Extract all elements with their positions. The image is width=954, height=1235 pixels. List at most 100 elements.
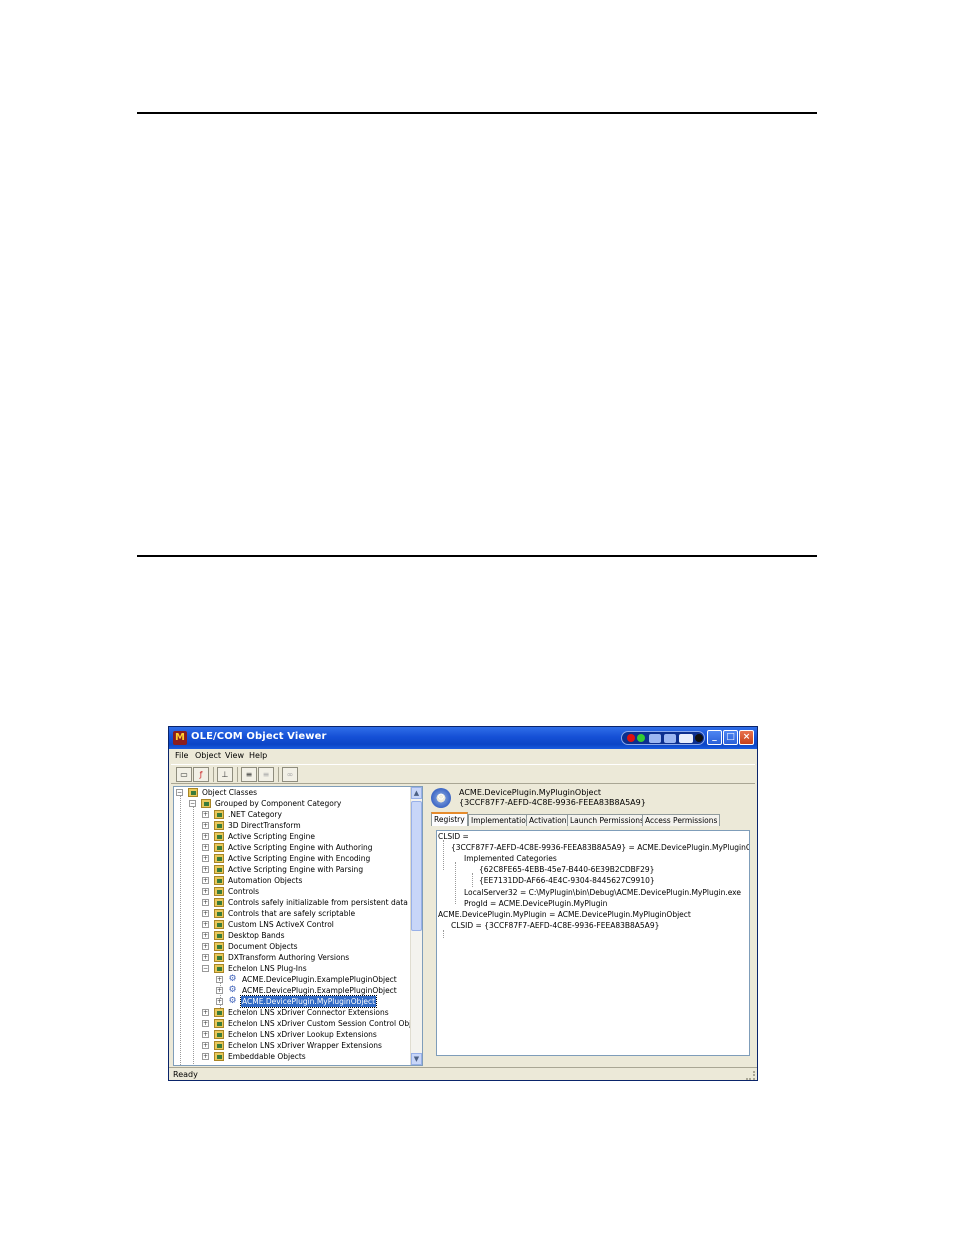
tray-icon[interactable] bbox=[649, 734, 661, 743]
record-icon[interactable] bbox=[627, 734, 635, 742]
registry-line[interactable]: {EE7131DD-AF66-4E4C-9304-8445627C9910} bbox=[479, 875, 655, 886]
registry-line[interactable]: ACME.DevicePlugin.MyPlugin = ACME.Device… bbox=[438, 909, 691, 920]
tree-node-label: Controls safely initializable from persi… bbox=[228, 898, 408, 907]
toolbar: ▭ ƒ ⊥ ≡ ≡ ∞ bbox=[171, 764, 755, 784]
tab-launch-permissions[interactable]: Launch Permissions bbox=[567, 814, 647, 826]
expand-icon[interactable]: + bbox=[202, 1031, 209, 1038]
menu-help[interactable]: Help bbox=[249, 751, 267, 760]
resize-grip-icon[interactable] bbox=[746, 1071, 755, 1080]
tray-icon[interactable] bbox=[695, 734, 703, 742]
folder-icon bbox=[214, 931, 224, 940]
scroll-up-icon[interactable]: ▲ bbox=[411, 787, 422, 799]
collapse-icon[interactable]: − bbox=[176, 789, 183, 796]
maximize-button[interactable]: □ bbox=[723, 730, 738, 745]
tree-node-label: Echelon LNS xDriver Connector Extensions bbox=[228, 1008, 389, 1017]
expand-icon[interactable]: + bbox=[202, 910, 209, 917]
tree-node-label: Active Scripting Engine with Encoding bbox=[228, 854, 371, 863]
tray-icon[interactable] bbox=[679, 734, 693, 743]
folder-icon bbox=[214, 832, 224, 841]
expand-icon[interactable]: + bbox=[202, 877, 209, 884]
toolbar-separator bbox=[237, 767, 238, 782]
expand-icon[interactable]: + bbox=[216, 987, 223, 994]
tree-node-label: ACME.DevicePlugin.ExamplePluginObject bbox=[242, 975, 397, 984]
expand-icon[interactable]: + bbox=[202, 954, 209, 961]
tree-node-label: Document Objects bbox=[228, 942, 298, 951]
tree-scrollbar[interactable]: ▲ ▼ bbox=[410, 787, 422, 1065]
tree-node-label: Controls that are safely scriptable bbox=[228, 909, 356, 918]
registry-line[interactable]: CLSID = bbox=[438, 831, 469, 842]
expand-icon[interactable]: + bbox=[202, 855, 209, 862]
expand-icon[interactable]: + bbox=[202, 1009, 209, 1016]
folder-icon bbox=[214, 898, 224, 907]
folder-icon bbox=[214, 964, 224, 973]
status-bar: Ready bbox=[169, 1067, 757, 1080]
open-icon[interactable]: ▭ bbox=[176, 767, 192, 782]
minimize-button[interactable]: _ bbox=[707, 730, 722, 745]
collapse-icon[interactable]: − bbox=[202, 965, 209, 972]
connect-icon[interactable]: ƒ bbox=[193, 767, 209, 782]
expand-icon[interactable]: + bbox=[202, 811, 209, 818]
expand-icon[interactable]: + bbox=[202, 1042, 209, 1049]
expand-icon[interactable]: + bbox=[202, 943, 209, 950]
expand-icon[interactable]: + bbox=[202, 866, 209, 873]
tab-activation[interactable]: Activation bbox=[526, 814, 570, 826]
scroll-thumb[interactable] bbox=[411, 801, 422, 931]
tray-icon[interactable] bbox=[664, 734, 676, 743]
expand-icon[interactable]: + bbox=[202, 833, 209, 840]
tree-node-label: Automation Objects bbox=[228, 876, 303, 885]
folder-icon bbox=[214, 1008, 224, 1017]
tree-node-label: Active Scripting Engine bbox=[228, 832, 316, 841]
object-tree[interactable]: − Object Classes − Grouped by Component … bbox=[173, 786, 423, 1066]
registry-line[interactable]: CLSID = {3CCF87F7-AEFD-4C8E-9936-FEEA83B… bbox=[451, 920, 659, 931]
toolbar-separator bbox=[278, 767, 279, 782]
tree-node-label: .NET Category bbox=[228, 810, 282, 819]
tree-node-label: Echelon LNS xDriver Lookup Extensions bbox=[228, 1030, 377, 1039]
scroll-down-icon[interactable]: ▼ bbox=[411, 1053, 422, 1065]
registry-line[interactable]: LocalServer32 = C:\MyPlugin\bin\Debug\AC… bbox=[464, 887, 741, 898]
binoculars-icon[interactable]: ∞ bbox=[282, 767, 298, 782]
folder-icon bbox=[214, 942, 224, 951]
app-icon: M bbox=[173, 731, 187, 745]
expand-icon[interactable]: + bbox=[202, 1020, 209, 1027]
folder-icon bbox=[214, 909, 224, 918]
expand-icon[interactable]: + bbox=[202, 844, 209, 851]
tab-registry[interactable]: Registry bbox=[431, 812, 468, 826]
registry-tree[interactable]: CLSID = {3CCF87F7-AEFD-4C8E-9936-FEEA83B… bbox=[436, 830, 750, 1056]
tree-node-label: ACME.DevicePlugin.ExamplePluginObject bbox=[242, 986, 397, 995]
window-title: OLE/COM Object Viewer bbox=[191, 731, 327, 742]
close-button[interactable]: × bbox=[739, 730, 754, 745]
expand-icon[interactable]: + bbox=[202, 888, 209, 895]
hierarchy-icon[interactable]: ⊥ bbox=[217, 767, 233, 782]
expand-icon[interactable]: + bbox=[216, 998, 223, 1005]
tab-implementation[interactable]: Implementation bbox=[468, 814, 534, 826]
folder-icon bbox=[214, 920, 224, 929]
com-object-icon: ⚙ bbox=[228, 985, 237, 995]
title-bar[interactable]: M OLE/COM Object Viewer _ □ × bbox=[169, 727, 757, 749]
folder-icon bbox=[214, 865, 224, 874]
registry-line[interactable]: {62C8FE65-4EBB-45e7-B440-6E39B2CDBF29} bbox=[479, 864, 654, 875]
tree-node-label: ACME.DevicePlugin.MyPluginObject bbox=[239, 995, 378, 1008]
collapse-icon[interactable]: − bbox=[189, 800, 196, 807]
registry-line[interactable]: ProgId = ACME.DevicePlugin.MyPlugin bbox=[464, 898, 607, 909]
tree-node-label: Controls bbox=[228, 887, 260, 896]
expand-icon[interactable]: + bbox=[202, 899, 209, 906]
menu-file[interactable]: File bbox=[175, 751, 188, 760]
expand-icon[interactable]: + bbox=[216, 976, 223, 983]
expand-icon[interactable]: + bbox=[202, 1053, 209, 1060]
menu-object[interactable]: Object bbox=[195, 751, 221, 760]
tree-node-label: Echelon LNS xDriver Wrapper Extensions bbox=[228, 1041, 382, 1050]
registry-line[interactable]: {3CCF87F7-AEFD-4C8E-9936-FEEA83B8A5A9} =… bbox=[451, 842, 749, 853]
expand-icon[interactable]: + bbox=[202, 921, 209, 928]
tab-access-permissions[interactable]: Access Permissions bbox=[642, 814, 721, 826]
registry-line[interactable]: Implemented Categories bbox=[464, 853, 557, 864]
tree-node-label: DXTransform Authoring Versions bbox=[228, 953, 350, 962]
expand-icon[interactable]: + bbox=[202, 932, 209, 939]
folder-icon bbox=[214, 876, 224, 885]
expand-icon[interactable]: + bbox=[202, 822, 209, 829]
status-icon[interactable] bbox=[637, 734, 645, 742]
folder-icon bbox=[214, 1041, 224, 1050]
view-icon[interactable]: ≡ bbox=[241, 767, 257, 782]
menu-view[interactable]: View bbox=[225, 751, 244, 760]
tree-node-label: Custom LNS ActiveX Control bbox=[228, 920, 334, 929]
view-disabled-icon[interactable]: ≡ bbox=[258, 767, 274, 782]
